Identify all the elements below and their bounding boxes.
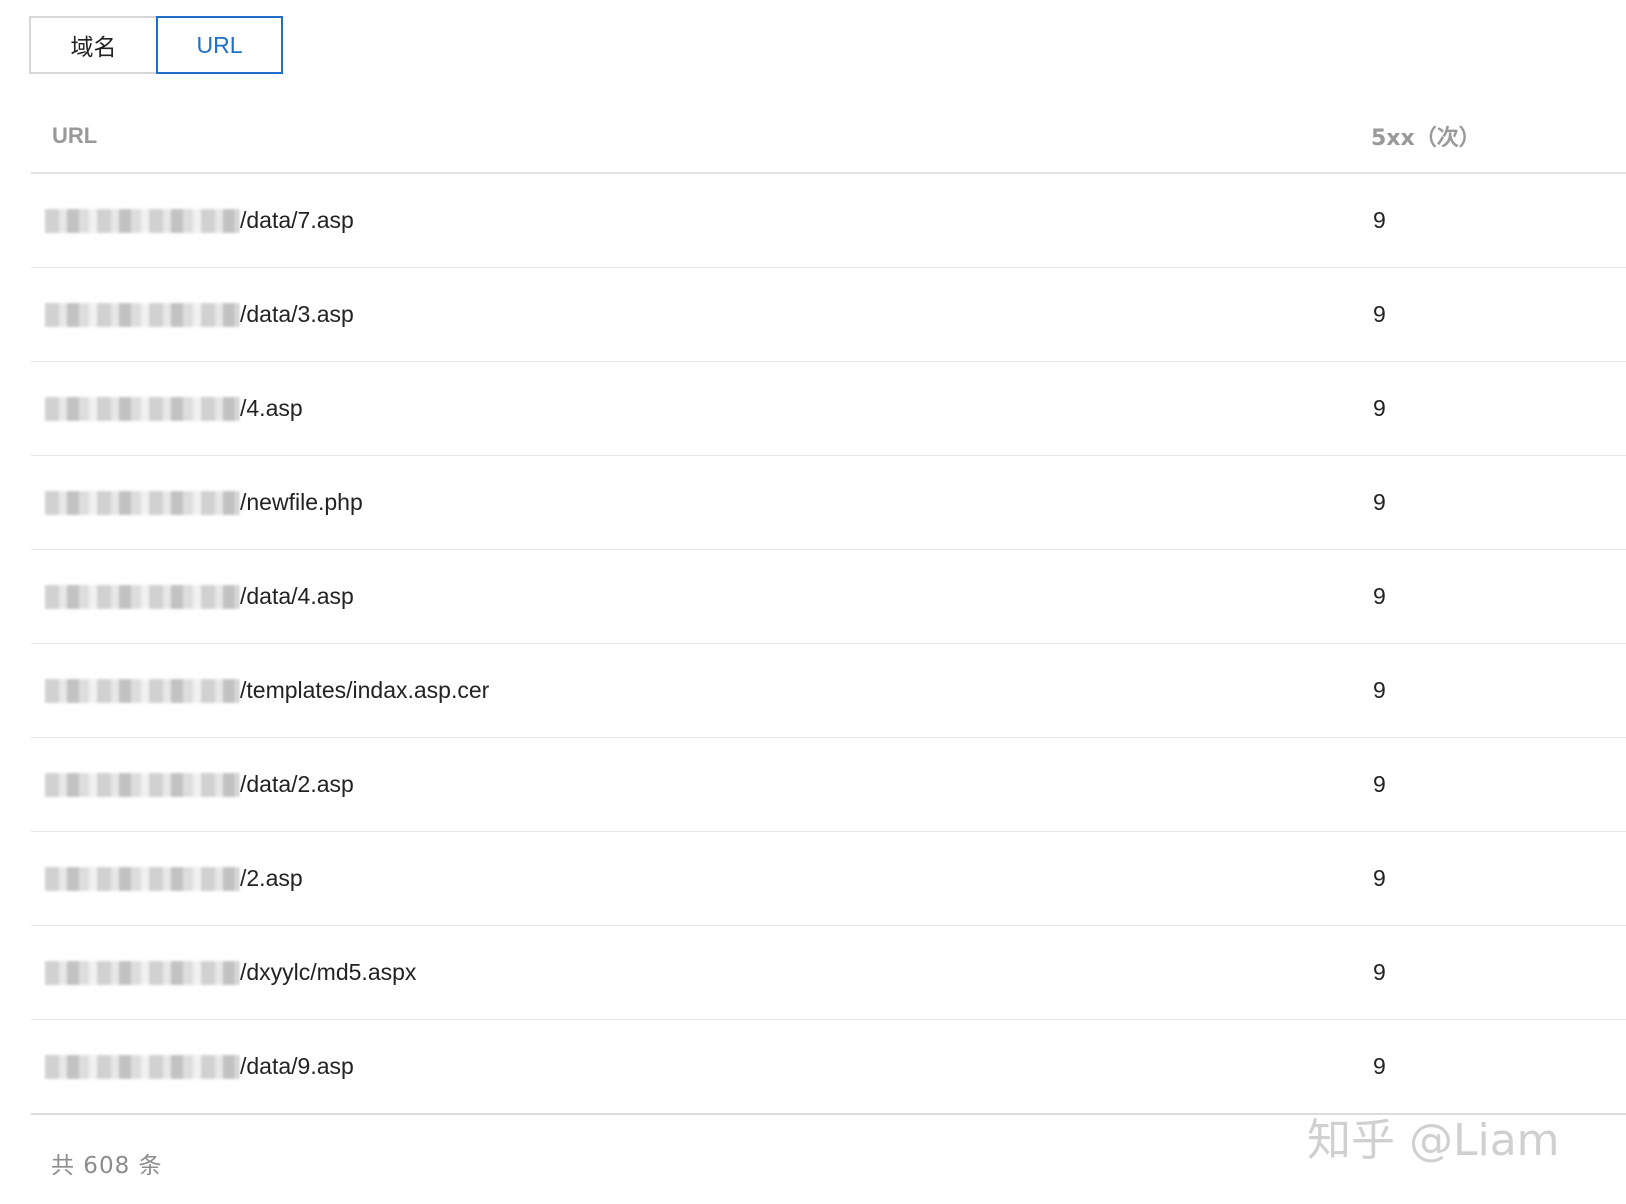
- url-path: /4.asp: [240, 395, 303, 421]
- url-cell: /templates/indax.asp.cer: [45, 644, 489, 737]
- url-path: /2.asp: [240, 865, 303, 891]
- url-cell: /2.asp: [45, 832, 303, 925]
- redacted-domain: [45, 960, 239, 985]
- count-cell: 9: [1373, 677, 1386, 703]
- redacted-domain: [45, 866, 239, 891]
- redacted-domain: [45, 208, 239, 233]
- url-cell: /data/4.asp: [45, 550, 354, 643]
- table-header: URL 5xx（次）: [31, 100, 1626, 174]
- count-cell: 9: [1373, 301, 1386, 327]
- table-row: /data/2.asp 9: [31, 738, 1626, 832]
- count-cell: 9: [1373, 395, 1386, 421]
- redacted-domain: [45, 584, 239, 609]
- watermark: 知乎 @Liam: [1307, 1115, 1560, 1166]
- redacted-domain: [45, 302, 239, 327]
- url-path: /data/4.asp: [240, 583, 354, 609]
- url-path: /data/3.asp: [240, 301, 354, 327]
- count-cell: 9: [1373, 207, 1386, 233]
- count-cell: 9: [1373, 583, 1386, 609]
- redacted-domain: [45, 678, 239, 703]
- table-row: /data/3.asp 9: [31, 268, 1626, 362]
- table-row: /data/4.asp 9: [31, 550, 1626, 644]
- table-row: /templates/indax.asp.cer 9: [31, 644, 1626, 738]
- column-header-url: URL: [52, 123, 98, 148]
- table-row: /data/7.asp 9: [31, 174, 1626, 268]
- table-row: /2.asp 9: [31, 832, 1626, 926]
- url-cell: /data/2.asp: [45, 738, 354, 831]
- url-cell: /dxyylc/md5.aspx: [45, 926, 416, 1019]
- url-cell: /data/9.asp: [45, 1020, 354, 1113]
- table-row: /newfile.php 9: [31, 456, 1626, 550]
- url-path: /data/7.asp: [240, 207, 354, 233]
- tab-url[interactable]: URL: [156, 16, 283, 74]
- url-path: /newfile.php: [240, 489, 363, 515]
- url-cell: /newfile.php: [45, 456, 363, 549]
- url-cell: /data/7.asp: [45, 174, 354, 267]
- table-row: /4.asp 9: [31, 362, 1626, 456]
- url-cell: /4.asp: [45, 362, 303, 455]
- redacted-domain: [45, 396, 239, 421]
- tab-bar: 域名 URL: [29, 16, 283, 74]
- url-path: /data/9.asp: [240, 1053, 354, 1079]
- redacted-domain: [45, 490, 239, 515]
- count-cell: 9: [1373, 489, 1386, 515]
- redacted-domain: [45, 1054, 239, 1079]
- redacted-domain: [45, 772, 239, 797]
- total-count-label: 共 608 条: [51, 1153, 163, 1179]
- count-cell: 9: [1373, 865, 1386, 891]
- table-row: /dxyylc/md5.aspx 9: [31, 926, 1626, 1020]
- url-cell: /data/3.asp: [45, 268, 354, 361]
- table-row: /data/9.asp 9: [31, 1020, 1626, 1115]
- table-body: /data/7.asp 9 /data/3.asp 9 /4.asp 9 /ne…: [31, 174, 1626, 1115]
- url-path: /dxyylc/md5.aspx: [240, 959, 417, 985]
- url-table: URL 5xx（次） /data/7.asp 9 /data/3.asp 9 /…: [31, 100, 1626, 1115]
- column-header-5xx-count: 5xx（次）: [1371, 126, 1481, 151]
- count-cell: 9: [1373, 959, 1386, 985]
- url-path: /templates/indax.asp.cer: [240, 677, 490, 703]
- tab-domain[interactable]: 域名: [29, 16, 156, 74]
- url-path: /data/2.asp: [240, 771, 354, 797]
- count-cell: 9: [1373, 1053, 1386, 1079]
- count-cell: 9: [1373, 771, 1386, 797]
